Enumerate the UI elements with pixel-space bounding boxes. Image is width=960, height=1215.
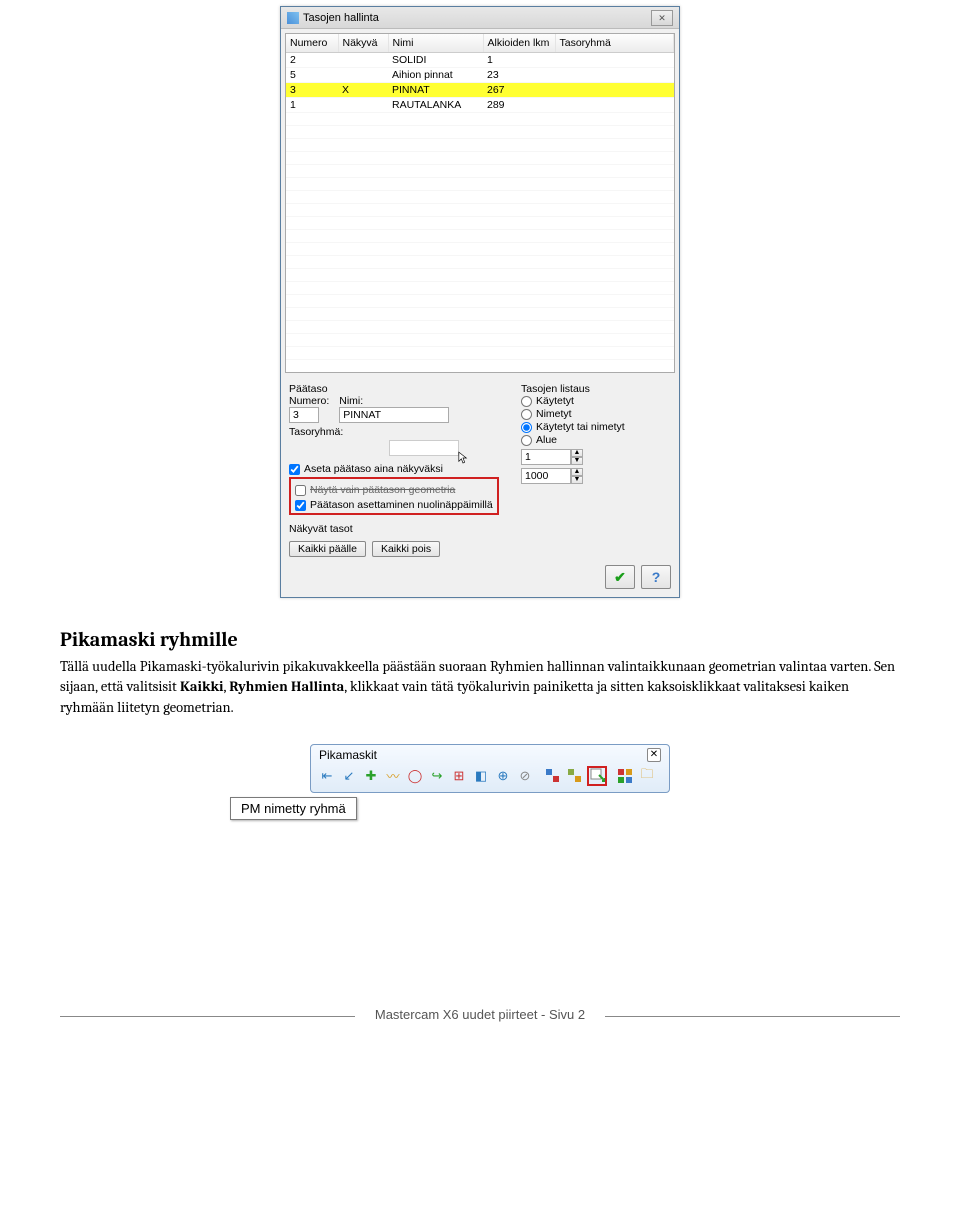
- kaikki-paalle-button[interactable]: Kaikki päälle: [289, 541, 366, 557]
- table-row: [286, 359, 674, 372]
- layers-dialog: Tasojen hallinta ✕ Numero Näkyvä Nimi Al…: [280, 6, 680, 598]
- layers-table-wrap: Numero Näkyvä Nimi Alkioiden lkm Tasoryh…: [285, 33, 675, 373]
- kaikki-pois-button[interactable]: Kaikki pois: [372, 541, 440, 557]
- pm-plus-icon[interactable]: ✚: [361, 766, 381, 786]
- table-row: [286, 307, 674, 320]
- table-row: [286, 320, 674, 333]
- col-tasoryhma[interactable]: Tasoryhmä: [555, 34, 674, 52]
- radio-kaytetyt[interactable]: [521, 396, 532, 407]
- tooltip: PM nimetty ryhmä: [230, 797, 357, 820]
- spin-down-icon[interactable]: ▼: [571, 457, 583, 465]
- bottom-panel: Päätaso Numero: Nimi: Tasoryhmä:: [281, 377, 679, 565]
- dialog-title: Tasojen hallinta: [303, 12, 379, 24]
- nimi-input[interactable]: [339, 407, 449, 423]
- pm-color1-icon[interactable]: [543, 766, 563, 786]
- nakyvat-tasot-label: Näkyvät tasot: [289, 523, 511, 535]
- pm-cube-icon[interactable]: ◧: [471, 766, 491, 786]
- section-paragraph: Tällä uudella Pikamaski-työkalurivin pik…: [60, 657, 900, 718]
- layers-table: Numero Näkyvä Nimi Alkioiden lkm Tasoryh…: [286, 34, 674, 373]
- help-icon: ?: [652, 569, 661, 585]
- spin-up-icon[interactable]: ▲: [571, 468, 583, 476]
- help-button[interactable]: ?: [641, 565, 671, 589]
- range-from-input[interactable]: [521, 449, 571, 465]
- col-nakyva[interactable]: Näkyvä: [338, 34, 388, 52]
- numero-label: Numero:: [289, 395, 329, 407]
- table-row: [286, 255, 674, 268]
- pm-folder-icon[interactable]: 🗀: [637, 766, 657, 786]
- table-row: [286, 294, 674, 307]
- window-icon: [287, 12, 299, 24]
- paataso-label: Päätaso: [289, 383, 511, 395]
- table-row: [286, 164, 674, 177]
- page-footer: Mastercam X6 uudet piirteet - Sivu 2: [0, 1016, 960, 1056]
- tasoryhma-label: Tasoryhmä:: [289, 426, 511, 438]
- pm-globe-icon[interactable]: ⊕: [493, 766, 513, 786]
- footer-text: Mastercam X6 uudet piirteet - Sivu 2: [355, 1007, 605, 1022]
- range-to-input[interactable]: [521, 468, 571, 484]
- table-row: [286, 125, 674, 138]
- pikamaskit-toolbar: Pikamaskit ✕ ⇤ ↙ ✚ 〰 ◯ ↪ ⊞ ◧ ⊕ ⊘ 🗀: [310, 744, 670, 793]
- table-row[interactable]: 5Aihion pinnat23: [286, 67, 674, 82]
- check-icon: ✔: [614, 569, 626, 586]
- table-row: [286, 346, 674, 359]
- pm-arrow-icon[interactable]: ↪: [427, 766, 447, 786]
- spin-up-icon[interactable]: ▲: [571, 449, 583, 457]
- table-row: [286, 242, 674, 255]
- close-icon[interactable]: ✕: [651, 10, 673, 26]
- table-row: [286, 190, 674, 203]
- cursor-icon: [458, 451, 468, 465]
- checkbox-paatason-asettaminen[interactable]: [295, 500, 306, 511]
- spin-down-icon[interactable]: ▼: [571, 476, 583, 484]
- tasojen-listaus-label: Tasojen listaus: [521, 383, 671, 395]
- table-row: [286, 151, 674, 164]
- pm-spline-icon[interactable]: 〰: [383, 766, 403, 786]
- table-row[interactable]: 3XPINNAT267: [286, 82, 674, 97]
- pm-disable-icon[interactable]: ⊘: [515, 766, 535, 786]
- pm-point-icon[interactable]: ⇤: [317, 766, 337, 786]
- close-icon[interactable]: ✕: [647, 748, 661, 762]
- pikamaskit-title: Pikamaskit: [319, 748, 377, 762]
- checkbox-nayta-vain-label: Näytä vain päätason geometria: [310, 484, 455, 496]
- radio-nimetyt[interactable]: [521, 409, 532, 420]
- highlighted-checkbox-area: Näytä vain päätason geometria Päätason a…: [289, 477, 499, 515]
- table-row: [286, 229, 674, 242]
- pm-quad-icon[interactable]: [615, 766, 635, 786]
- radio-kaytetyt-tai-nimetyt[interactable]: [521, 422, 532, 433]
- col-alkiot[interactable]: Alkioiden lkm: [483, 34, 555, 52]
- section-heading: Pikamaski ryhmille: [60, 628, 900, 651]
- col-nimi[interactable]: Nimi: [388, 34, 483, 52]
- numero-input[interactable]: [289, 407, 319, 423]
- dialog-titlebar: Tasojen hallinta ✕: [281, 7, 679, 29]
- col-numero[interactable]: Numero: [286, 34, 338, 52]
- pm-line-icon[interactable]: ↙: [339, 766, 359, 786]
- nimi-label: Nimi:: [339, 395, 449, 407]
- table-row: [286, 281, 674, 294]
- table-row[interactable]: 1RAUTALANKA289: [286, 97, 674, 112]
- checkbox-paatason-asettaminen-label: Päätason asettaminen nuolinäppäimillä: [310, 499, 493, 511]
- table-row[interactable]: 2SOLIDI1: [286, 52, 674, 67]
- tasoryhma-input[interactable]: [389, 440, 459, 456]
- radio-alue[interactable]: [521, 435, 532, 446]
- checkbox-aseta-paataso[interactable]: [289, 464, 300, 475]
- table-row: [286, 112, 674, 125]
- checkbox-nayta-vain[interactable]: [295, 485, 306, 496]
- table-row: [286, 203, 674, 216]
- ok-button[interactable]: ✔: [605, 565, 635, 589]
- pm-color2-icon[interactable]: [565, 766, 585, 786]
- checkbox-aseta-paataso-label: Aseta päätaso aina näkyväksi: [304, 463, 443, 475]
- table-row: [286, 216, 674, 229]
- pm-circle-icon[interactable]: ◯: [405, 766, 425, 786]
- pm-grid-icon[interactable]: ⊞: [449, 766, 469, 786]
- table-row: [286, 138, 674, 151]
- table-row: [286, 333, 674, 346]
- pm-named-group-icon[interactable]: [587, 766, 607, 786]
- table-row: [286, 268, 674, 281]
- table-row: [286, 177, 674, 190]
